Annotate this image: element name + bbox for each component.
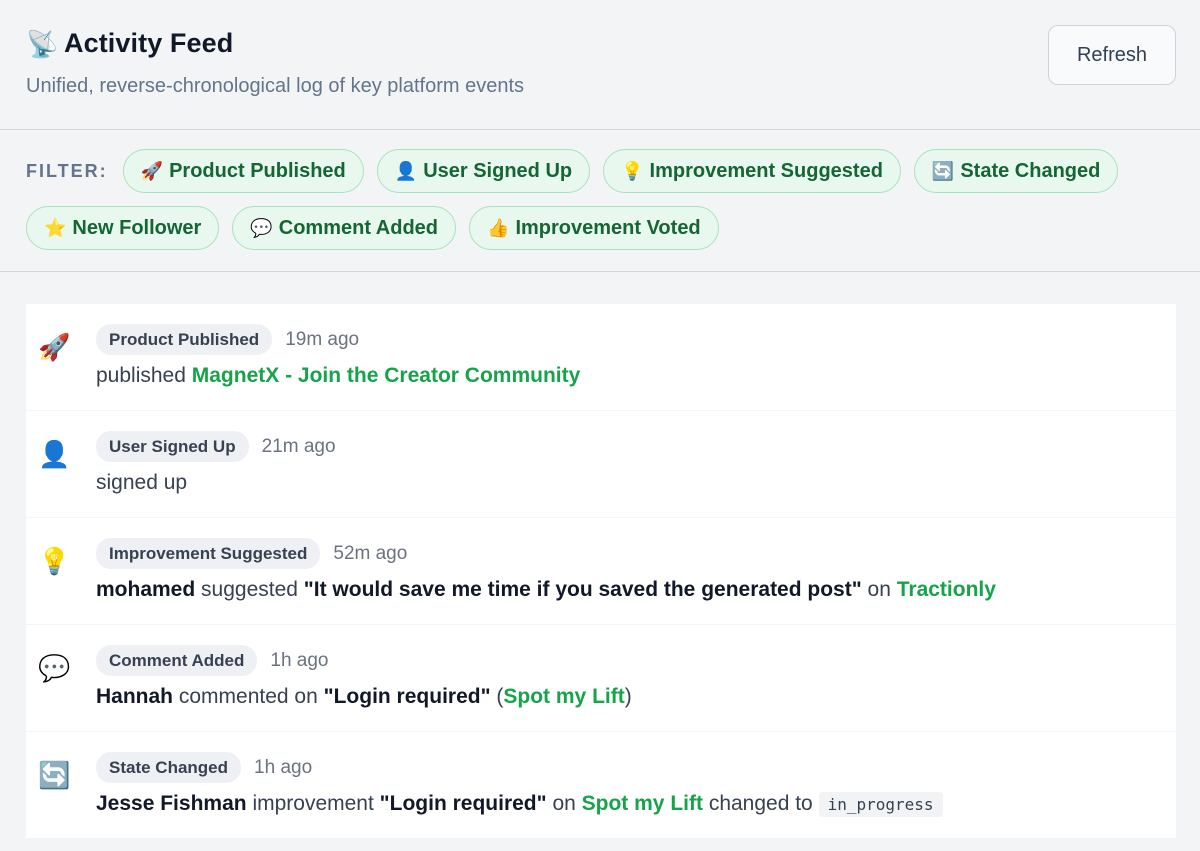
event-verb: signed up (96, 471, 188, 494)
filter-chip-improvement-suggested[interactable]: 💡 Improvement Suggested (603, 149, 901, 193)
feed-item-improvement-suggested: 💡 Improvement Suggested 52m ago mohamed … (26, 518, 1176, 624)
state-code: in_progress (818, 792, 943, 817)
event-type-badge: Product Published (96, 324, 273, 355)
paren-close: ) (624, 685, 632, 708)
event-description: mohamed suggested "It would save me time… (96, 578, 1176, 602)
filter-chip-new-follower[interactable]: ⭐ New Follower (26, 206, 220, 250)
filter-label: FILTER: (26, 160, 108, 181)
page-subtitle: Unified, reverse-chronological log of ke… (26, 75, 525, 97)
feed-item-comment-added: 💬 Comment Added 1h ago Hannah commented … (26, 625, 1176, 731)
filter-chip-comment-added[interactable]: 💬 Comment Added (232, 206, 457, 250)
page-header: 📡 Activity Feed Unified, reverse-chronol… (0, 0, 1200, 130)
timestamp: 52m ago (333, 542, 408, 564)
event-type-badge: State Changed (96, 752, 242, 783)
star-icon: ⭐ (44, 218, 67, 238)
event-type-badge: User Signed Up (96, 431, 249, 462)
event-type-badge: Comment Added (96, 645, 258, 676)
activity-feed: 🚀 Product Published 19m ago published Ma… (0, 272, 1200, 838)
product-link[interactable]: Spot my Lift (582, 792, 703, 815)
refresh-arrows-icon: 🔄 (931, 161, 955, 181)
speech-bubble-icon: 💬 (250, 218, 273, 238)
filter-chip-label: State Changed (960, 159, 1101, 182)
refresh-arrows-icon: 🔄 (38, 760, 71, 790)
feed-item-product-published: 🚀 Product Published 19m ago published Ma… (26, 304, 1176, 410)
page-title: Activity Feed (64, 28, 234, 58)
event-type-badge: Improvement Suggested (96, 538, 321, 569)
feed-item-user-signed-up: 👤 User Signed Up 21m ago signed up (26, 411, 1176, 517)
improvement-title: "Login required" (323, 685, 491, 708)
timestamp: 19m ago (285, 328, 360, 350)
filter-chip-label: Improvement Suggested (649, 159, 883, 182)
filter-chip-improvement-voted[interactable]: 👍 Improvement Voted (469, 206, 719, 250)
speech-bubble-icon: 💬 (38, 653, 71, 683)
event-verb: improvement (252, 792, 374, 815)
timestamp: 21m ago (261, 435, 336, 457)
filter-chip-label: Comment Added (278, 216, 439, 239)
changed-to-text: changed to (708, 792, 813, 815)
connector-text: on (552, 792, 576, 815)
product-link[interactable]: Tractionly (897, 578, 996, 601)
event-description: Jesse Fishman improvement "Login require… (96, 792, 1176, 817)
user-name: Hannah (96, 685, 174, 708)
filter-chip-user-signed-up[interactable]: 👤 User Signed Up (376, 149, 591, 193)
lightbulb-icon: 💡 (38, 546, 71, 576)
filter-chip-product-published[interactable]: 🚀 Product Published (122, 149, 364, 193)
filter-chip-label: Product Published (169, 159, 346, 182)
timestamp: 1h ago (254, 756, 313, 778)
thumbs-up-icon: 👍 (487, 218, 510, 238)
satellite-dish-icon: 📡 (26, 28, 59, 59)
event-description: published MagnetX - Join the Creator Com… (96, 364, 1176, 388)
connector-text: on (867, 578, 891, 601)
filter-bar: FILTER: 🚀 Product Published 👤 User Signe… (0, 130, 1200, 272)
event-verb: commented on (178, 685, 318, 708)
event-description: Hannah commented on "Login required" (Sp… (96, 685, 1176, 709)
filter-chip-state-changed[interactable]: 🔄 State Changed (913, 149, 1119, 193)
improvement-title: "It would save me time if you saved the … (303, 578, 862, 601)
rocket-icon: 🚀 (140, 161, 164, 181)
event-verb: published (96, 364, 186, 387)
user-icon: 👤 (38, 439, 71, 469)
filter-chip-label: Improvement Voted (515, 216, 701, 239)
timestamp: 1h ago (270, 649, 329, 671)
filter-chip-label: New Follower (72, 216, 202, 239)
title-row: 📡 Activity Feed (26, 28, 1174, 59)
feed-item-state-changed: 🔄 State Changed 1h ago Jesse Fishman imp… (26, 732, 1176, 838)
filter-chip-label: User Signed Up (423, 159, 573, 182)
product-link[interactable]: Spot my Lift (503, 685, 624, 708)
improvement-title: "Login required" (379, 792, 547, 815)
product-link[interactable]: MagnetX - Join the Creator Community (192, 364, 581, 387)
lightbulb-icon: 💡 (621, 161, 644, 181)
event-description: signed up (96, 471, 1176, 495)
refresh-button[interactable]: Refresh (1048, 25, 1176, 85)
rocket-icon: 🚀 (38, 332, 71, 362)
user-name: mohamed (96, 578, 196, 601)
user-icon: 👤 (394, 161, 418, 181)
event-verb: suggested (201, 578, 298, 601)
user-name: Jesse Fishman (96, 792, 247, 815)
